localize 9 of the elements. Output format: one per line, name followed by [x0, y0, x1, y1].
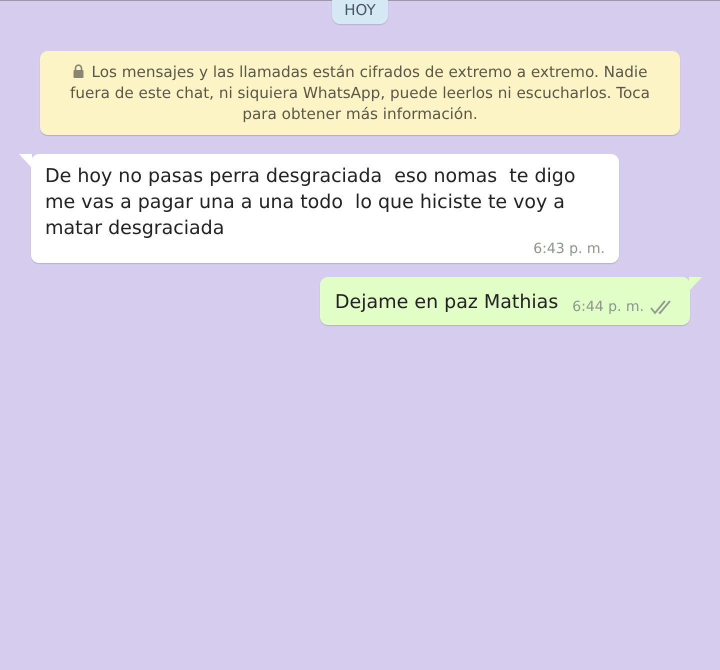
encryption-notice[interactable]: Los mensajes y las llamadas están cifrados de extremo a extremo. Nadie fuera de este chat, ni siquiera WhatsApp, puede leerlos ni escucharlos. Toca para obtener más información.	[40, 51, 680, 135]
message-text: De hoy no pasas perra desgraciada eso nomas te digo me vas a pagar una a una todo lo que hiciste te voy a matar desgraciada	[45, 164, 576, 241]
bubble-tail-icon	[689, 277, 702, 291]
lock-icon	[72, 64, 84, 78]
message-text: Dejame en paz Mathias	[334, 290, 558, 315]
message-time: 6:44 p. m.	[572, 299, 644, 315]
date-chip: HOY	[332, 0, 388, 24]
bubble-tail-icon	[19, 154, 32, 168]
message-time: 6:43 p. m.	[533, 241, 605, 257]
